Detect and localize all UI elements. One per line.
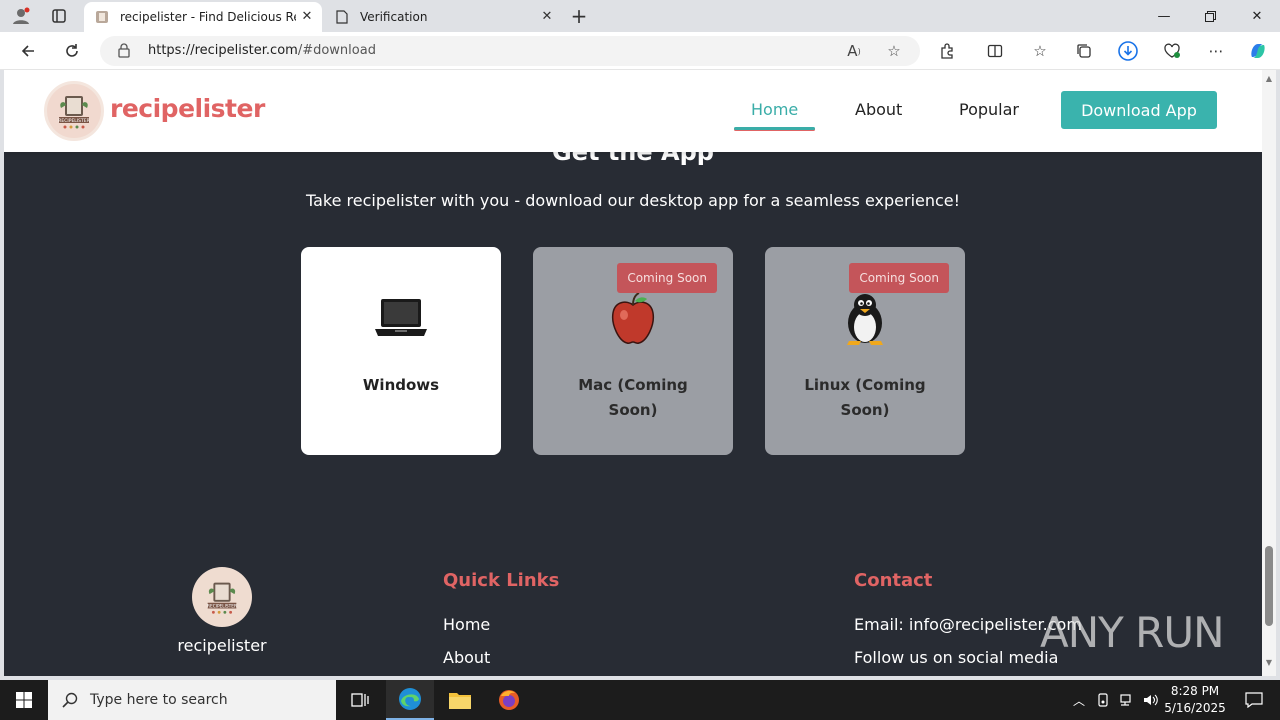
tray-device-icon[interactable] [1093,690,1113,710]
card-label: Linux (Coming Soon) [804,376,926,419]
scroll-thumb[interactable] [1265,546,1273,626]
coming-soon-badge: Coming Soon [617,263,717,293]
chef-logo-icon: RECIPELISTER [207,582,237,614]
watermark-text: ANY RUN [1040,608,1224,657]
back-icon[interactable] [15,39,41,63]
card-label: Mac (Coming Soon) [578,376,688,419]
favorites-icon[interactable]: ☆ [1028,40,1052,62]
tray-overflow-icon[interactable]: ︿ [1069,690,1089,710]
lock-icon[interactable] [118,43,130,62]
apple-icon [533,291,733,347]
page-viewport: RECIPELISTER recipelister Home About Pop… [4,70,1262,676]
extensions-icon[interactable] [935,40,959,62]
firefox-icon[interactable] [485,680,533,720]
copilot-icon[interactable] [1246,40,1270,62]
penguin-icon [765,291,965,347]
anyrun-watermark: ANY RUN [1040,608,1224,657]
tab-recipelister[interactable]: recipelister - Find Delicious Recip ✕ [84,2,322,32]
download-card-windows[interactable]: Windows [301,247,501,455]
site-logo[interactable]: RECIPELISTER [44,81,104,141]
scroll-up-icon[interactable]: ▲ [1264,74,1274,83]
notification-icon[interactable] [1234,680,1274,720]
profile-icon[interactable] [10,5,32,27]
new-tab-icon[interactable]: + [568,4,590,28]
footer-quick-links-heading: Quick Links [443,570,560,591]
footer-brand: recipelister [177,636,267,655]
footer-contact-heading: Contact [854,570,933,591]
download-app-button[interactable]: Download App [1061,91,1217,129]
browser-tab-bar: recipelister - Find Delicious Recip ✕ Ve… [0,0,1280,32]
page-icon [334,9,350,25]
download-card-mac[interactable]: Coming Soon Mac (Coming Soon) [533,247,733,455]
tab-title: recipelister - Find Delicious Recip [120,10,296,24]
edge-taskbar-icon[interactable] [386,680,434,720]
settings-more-icon[interactable]: ⋯ [1204,40,1228,62]
chef-logo-icon: RECIPELISTER [58,96,90,129]
site-header: RECIPELISTER recipelister Home About Pop… [4,70,1262,152]
browser-essentials-icon[interactable] [1160,40,1184,62]
scroll-down-icon[interactable]: ▼ [1264,658,1274,667]
windows-start-icon[interactable] [0,680,48,720]
footer-link-home[interactable]: Home [443,615,490,634]
tab-actions-icon[interactable] [48,5,70,27]
clock-date: 5/16/2025 [1164,701,1226,715]
tab-verification[interactable]: Verification ✕ [324,2,562,32]
nav-home[interactable]: Home [751,100,798,119]
restore-icon[interactable] [1187,0,1233,32]
close-tab-icon[interactable]: ✕ [300,10,314,24]
search-placeholder: Type here to search [90,692,228,708]
laptop-icon [301,291,501,347]
footer-link-about[interactable]: About [443,648,490,667]
footer-social-text: Follow us on social media [854,648,1059,667]
download-card-linux[interactable]: Coming Soon Linux (Coming Soon) [765,247,965,455]
download-section-subtitle: Take recipelister with you - download ou… [305,191,961,210]
tab-title: Verification [360,10,428,24]
url-text[interactable]: https://recipelister.com/#download [148,43,376,58]
collections-icon[interactable] [1072,40,1096,62]
clock-time: 8:28 PM [1170,684,1220,698]
logo-text: RECIPELISTER [207,604,237,610]
network-icon[interactable] [1117,690,1137,710]
page-scrollbar[interactable]: ▲ ▼ [1262,70,1276,676]
address-bar[interactable]: https://recipelister.com/#download A) ☆ [100,36,920,66]
split-screen-icon[interactable] [983,40,1007,62]
search-icon [62,692,78,708]
minimize-icon[interactable]: — [1141,0,1187,32]
favorite-star-icon[interactable]: ☆ [884,41,904,61]
site-brand-name[interactable]: recipelister [110,94,265,123]
logo-text: RECIPELISTER [58,118,89,124]
close-window-icon[interactable]: ✕ [1234,0,1280,32]
refresh-icon[interactable] [59,39,85,63]
windows-taskbar: Type here to search ︿ 8:28 PM 5/16/2025 [0,680,1280,720]
taskbar-search-input[interactable]: Type here to search [48,680,336,720]
nav-popular[interactable]: Popular [959,100,1019,119]
recipelister-favicon-icon [94,9,110,25]
nav-active-indicator [734,127,815,130]
task-view-icon[interactable] [336,680,384,720]
nav-about[interactable]: About [855,100,902,119]
taskbar-clock[interactable]: 8:28 PM 5/16/2025 [1160,683,1230,717]
coming-soon-badge: Coming Soon [849,263,949,293]
file-explorer-icon[interactable] [436,680,484,720]
card-label: Windows [362,376,440,394]
footer-logo[interactable]: RECIPELISTER [192,567,252,627]
volume-icon[interactable] [1141,690,1161,710]
read-aloud-icon[interactable]: A) [844,41,864,61]
window-frame [1276,70,1280,676]
downloads-icon[interactable] [1116,40,1140,62]
close-tab-icon[interactable]: ✕ [540,10,554,24]
browser-toolbar: https://recipelister.com/#download A) ☆ … [0,32,1280,70]
